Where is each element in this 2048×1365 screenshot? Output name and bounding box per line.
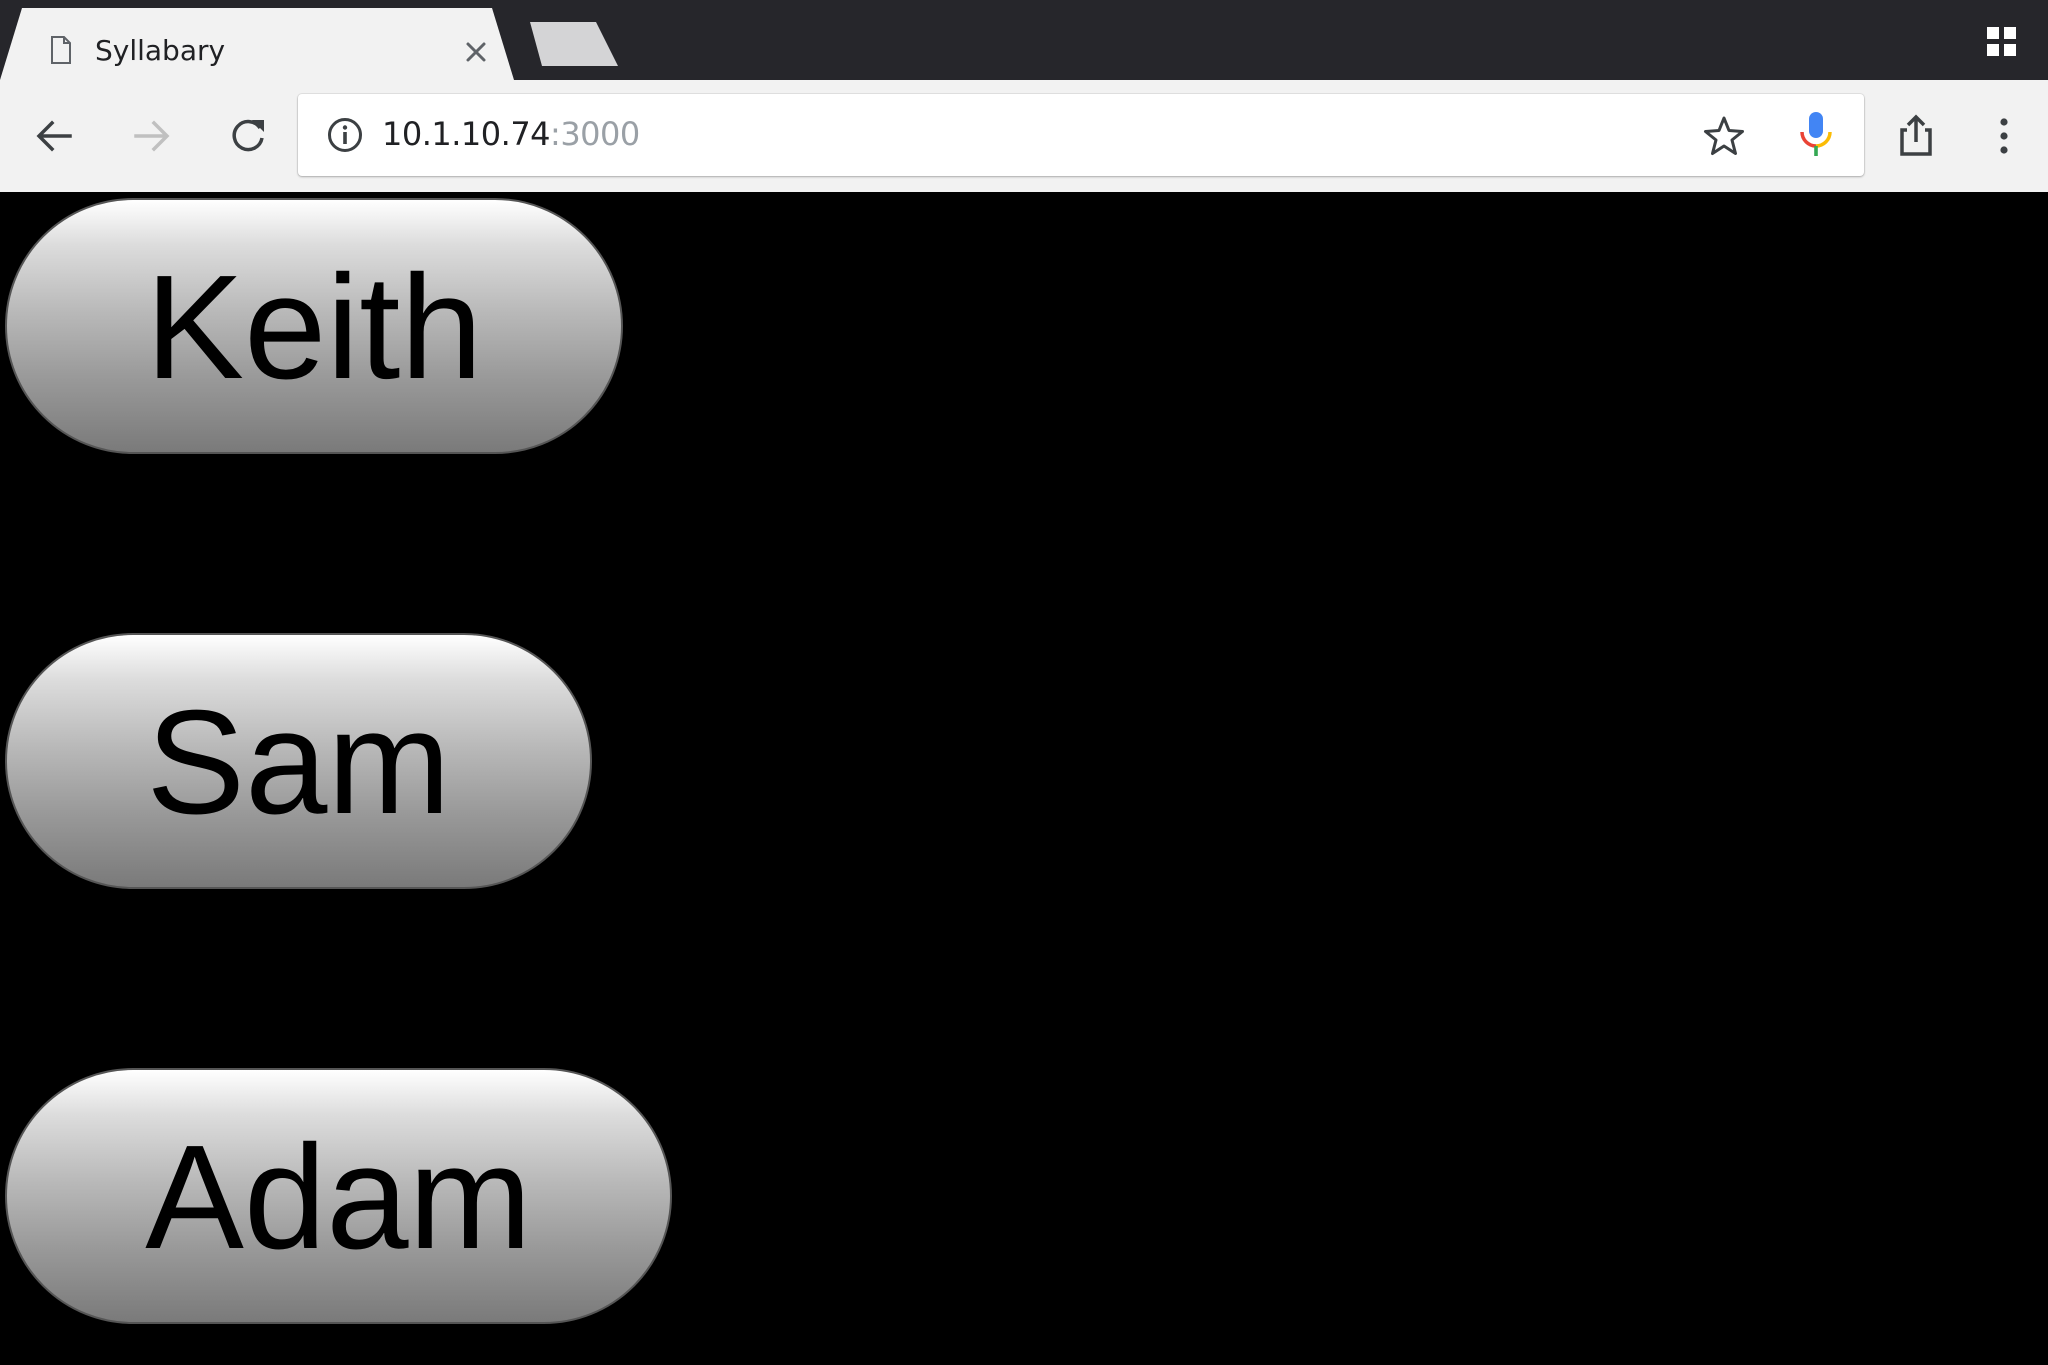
url-text[interactable]: 10.1.10.74:3000 [382, 114, 640, 154]
page-content: Keith Sam Adam [0, 192, 2048, 1365]
reload-icon[interactable] [220, 108, 276, 164]
address-bar[interactable]: 10.1.10.74:3000 [298, 94, 1864, 176]
tab-background [0, 8, 514, 80]
info-icon[interactable] [326, 116, 364, 154]
tab-strip: Syllabary [0, 0, 2048, 80]
share-icon[interactable] [1888, 108, 1944, 164]
sam-button[interactable]: Sam [5, 633, 592, 889]
mic-icon[interactable] [1794, 110, 1838, 160]
url-host: 10.1.10.74 [382, 115, 551, 153]
active-tab[interactable]: Syllabary [0, 8, 536, 80]
new-tab-icon[interactable] [526, 22, 622, 66]
browser-toolbar: 10.1.10.74:3000 [0, 80, 2048, 192]
tab-switcher-icon[interactable] [1984, 24, 2020, 60]
forward-arrow-icon[interactable] [124, 108, 180, 164]
close-icon[interactable] [458, 34, 494, 70]
adam-button[interactable]: Adam [5, 1068, 672, 1324]
url-port: :3000 [550, 115, 640, 153]
keith-button[interactable]: Keith [5, 198, 623, 454]
document-icon [51, 36, 71, 64]
back-arrow-icon[interactable] [26, 108, 82, 164]
star-icon[interactable] [1702, 114, 1746, 158]
tab-title: Syllabary [95, 34, 226, 67]
more-vert-icon[interactable] [1976, 108, 2032, 164]
